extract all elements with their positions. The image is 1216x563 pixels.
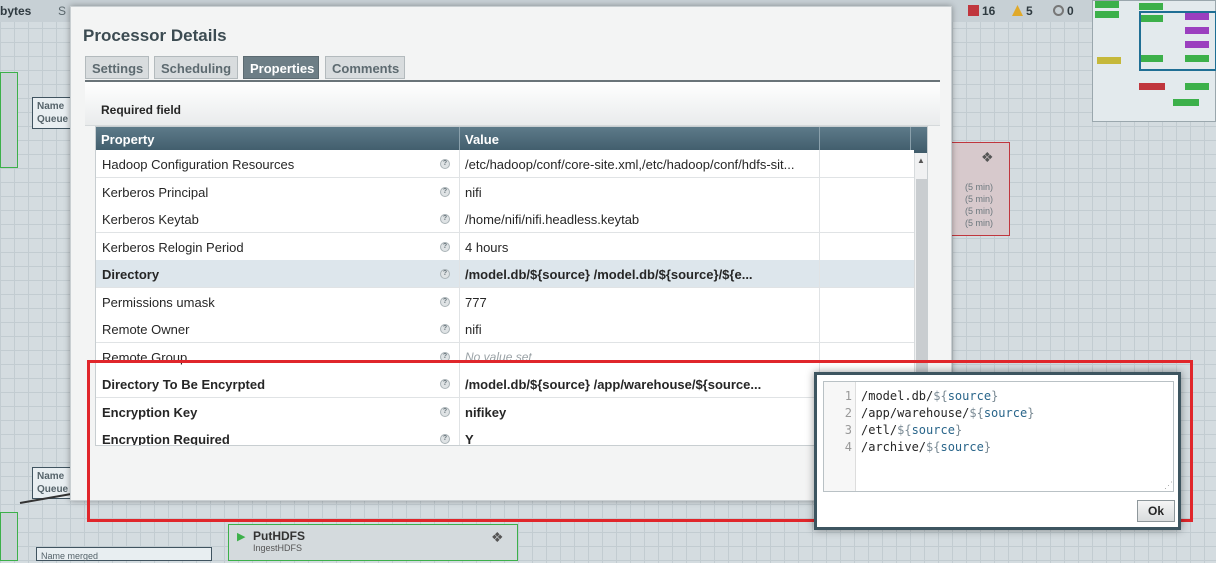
property-name: Kerberos Relogin Period: [102, 239, 244, 255]
value-cell[interactable]: nifi: [460, 315, 820, 342]
stopped-icon: [968, 5, 979, 16]
property-cell[interactable]: Permissions umask?: [96, 287, 460, 315]
help-icon[interactable]: ?: [440, 159, 450, 169]
running-icon: ▶: [237, 531, 246, 543]
value-editor-popup: 1/model.db/${source} 2/app/warehouse/${so…: [814, 372, 1181, 530]
birdseye-viewport[interactable]: [1139, 11, 1216, 71]
code-line: /model.db/${source}: [861, 389, 998, 403]
expression-variable: source: [947, 389, 992, 403]
line-number: 4: [844, 440, 852, 454]
ok-button[interactable]: Ok: [1137, 500, 1175, 522]
code-editor[interactable]: 1/model.db/${source} 2/app/warehouse/${so…: [823, 381, 1174, 492]
property-cell[interactable]: Kerberos Keytab?: [96, 205, 460, 232]
disabled-count: 0: [1053, 4, 1074, 18]
help-icon[interactable]: ?: [440, 296, 450, 307]
expression-open: ${: [969, 406, 984, 420]
property-cell[interactable]: Directory?: [96, 260, 460, 287]
property-value: /etc/hadoop/conf/core-site.xml,/etc/hado…: [465, 157, 795, 172]
expression-open: ${: [897, 423, 912, 437]
bg-processor-puthdfs[interactable]: ▶ PutHDFS IngestHDFS ❖: [228, 524, 518, 561]
help-icon[interactable]: ?: [440, 241, 450, 252]
line-number: 1: [844, 389, 852, 403]
property-cell[interactable]: Hadoop Configuration Resources?: [96, 150, 460, 177]
stopped-count: 16: [968, 4, 995, 18]
property-name: Kerberos Principal: [102, 184, 209, 200]
stat-label-partial: S: [58, 4, 67, 18]
processor-type-icon: ❖: [491, 529, 504, 545]
table-row[interactable]: Kerberos Relogin Period? 4 hours: [96, 232, 914, 261]
disabled-icon: [1053, 5, 1064, 16]
property-value: 4 hours: [465, 239, 509, 255]
property-cell[interactable]: Kerberos Principal?: [96, 177, 460, 205]
line-number: 3: [844, 423, 852, 437]
table-row[interactable]: Kerberos Keytab? /home/nifi/nifi.headless…: [96, 205, 914, 233]
tab-scheduling[interactable]: Scheduling: [154, 56, 238, 79]
property-name: Hadoop Configuration Resources: [102, 157, 295, 172]
property-value: /model.db/${source} /model.db/${source}/…: [465, 267, 753, 282]
table-row[interactable]: Kerberos Principal? nifi: [96, 177, 914, 206]
value-cell[interactable]: /home/nifi/nifi.headless.keytab: [460, 205, 820, 232]
line-number: 2: [844, 406, 852, 420]
code-line: /archive/${source}: [861, 440, 991, 454]
tab-comments[interactable]: Comments: [325, 56, 405, 79]
expression-close: }: [983, 440, 992, 454]
processor-type-icon: ❖: [981, 149, 994, 165]
dialog-title: Processor Details: [83, 26, 227, 45]
invalid-count: 5: [1012, 4, 1033, 18]
expression-close: }: [991, 389, 999, 403]
table-row[interactable]: Permissions umask? 777: [96, 287, 914, 316]
required-field-label: Required field: [101, 103, 182, 117]
help-icon[interactable]: ?: [440, 186, 450, 197]
property-cell[interactable]: Kerberos Relogin Period?: [96, 232, 460, 260]
value-cell[interactable]: /etc/hadoop/conf/core-site.xml,/etc/hado…: [460, 150, 820, 177]
stat-bytes-label: bytes: [0, 4, 32, 18]
value-cell[interactable]: nifi: [460, 177, 820, 205]
property-value: nifi: [465, 322, 482, 337]
table-row[interactable]: Directory? /model.db/${source} /model.db/…: [96, 260, 914, 288]
expression-open: ${: [933, 389, 948, 403]
help-icon[interactable]: ?: [440, 324, 450, 334]
table-row[interactable]: Remote Owner? nifi: [96, 315, 914, 343]
value-cell[interactable]: /model.db/${source} /model.db/${source}/…: [460, 260, 820, 287]
expression-variable: source: [940, 440, 984, 454]
code-path-text: /model.db/: [861, 389, 934, 403]
expression-open: ${: [926, 440, 941, 454]
property-value: 777: [465, 294, 487, 310]
bg-queue-label-merged[interactable]: Name merged: [36, 547, 212, 561]
table-row[interactable]: Hadoop Configuration Resources? /etc/hado…: [96, 150, 914, 178]
birdseye-overview[interactable]: [1092, 0, 1216, 122]
value-cell[interactable]: 4 hours: [460, 232, 820, 260]
expression-close: }: [1027, 406, 1035, 420]
property-value: nifi: [465, 184, 482, 200]
required-field-strip: Required field: [85, 82, 940, 126]
bg-processor-left-bottom[interactable]: [0, 512, 18, 561]
code-line: /etl/${source}: [861, 423, 962, 437]
property-value: /home/nifi/nifi.headless.keytab: [465, 212, 640, 227]
property-name: Remote Owner: [102, 322, 190, 337]
tab-properties[interactable]: Properties: [243, 56, 319, 79]
expression-variable: source: [983, 406, 1028, 420]
property-name: Kerberos Keytab: [102, 212, 199, 227]
code-line: /app/warehouse/${source}: [861, 406, 1034, 420]
property-name: Permissions umask: [102, 294, 215, 310]
warning-icon: [1012, 5, 1023, 16]
property-cell[interactable]: Remote Owner?: [96, 315, 460, 342]
property-name: Directory: [102, 267, 160, 282]
expression-variable: source: [911, 423, 955, 437]
resize-grip-icon[interactable]: ⋰: [1164, 480, 1173, 491]
code-path-text: /app/warehouse/: [861, 406, 970, 420]
expression-close: }: [954, 423, 963, 437]
tab-settings[interactable]: Settings: [85, 56, 149, 79]
scroll-up-icon[interactable]: ▲: [917, 156, 925, 165]
bg-processor-left[interactable]: [0, 72, 18, 168]
help-icon[interactable]: ?: [440, 214, 450, 224]
value-cell[interactable]: 777: [460, 287, 820, 315]
code-path-text: /archive/: [861, 440, 927, 454]
help-icon[interactable]: ?: [440, 269, 450, 279]
bg-processor-right[interactable]: ❖ (5 min) (5 min) (5 min) (5 min): [950, 142, 1010, 236]
code-path-text: /etl/: [861, 423, 898, 437]
